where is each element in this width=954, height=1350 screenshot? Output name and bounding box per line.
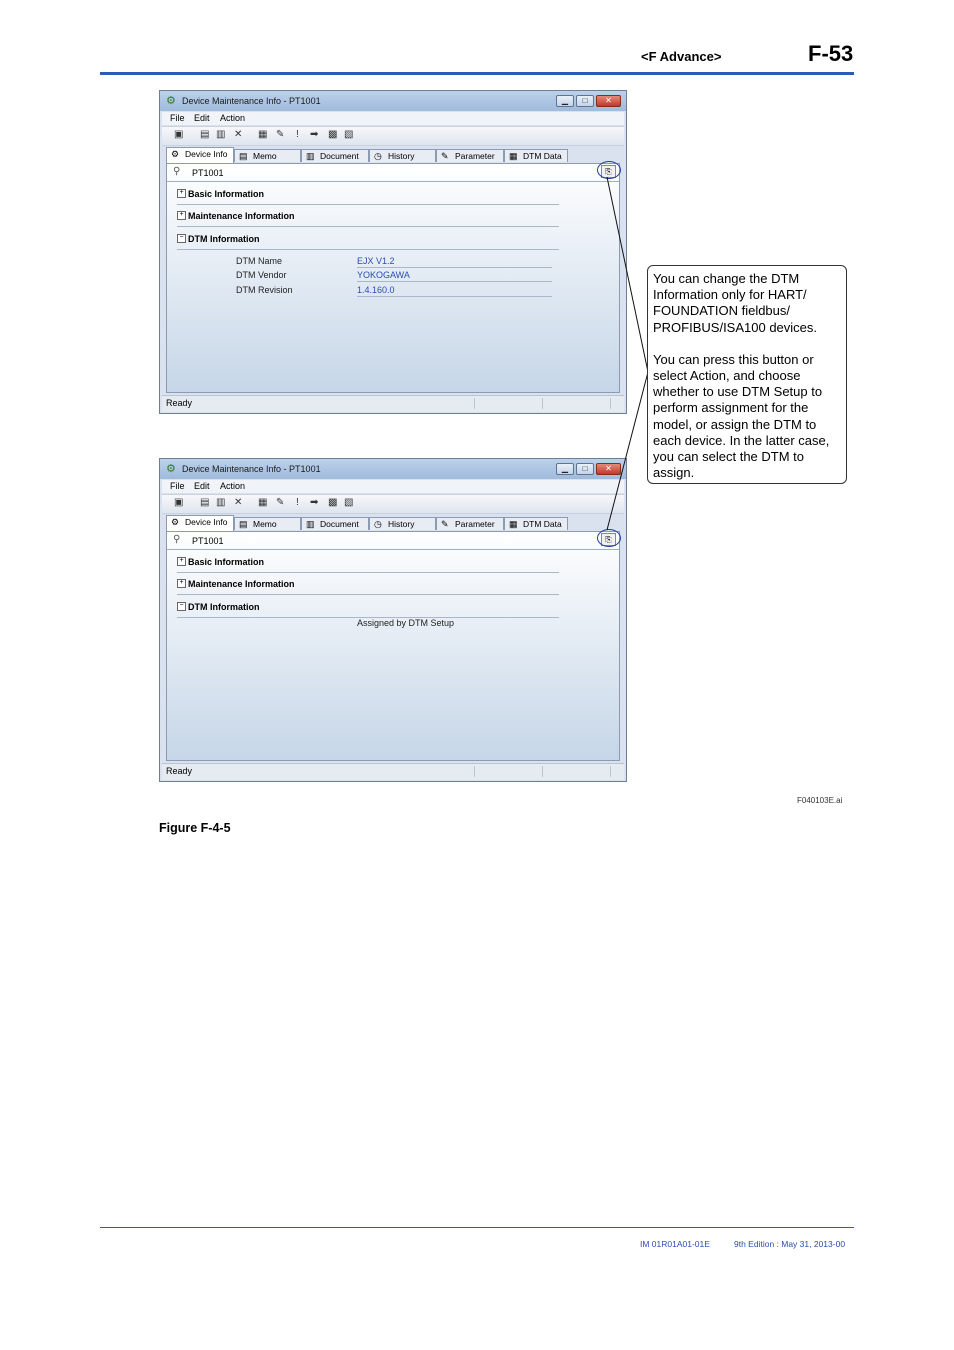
callout-paragraph-1: You can change the DTM Information only … bbox=[653, 271, 818, 335]
leader-line-top bbox=[606, 176, 649, 373]
callout-box: You can change the DTM Information only … bbox=[647, 265, 847, 484]
footer-document-id: IM 01R01A01-01E bbox=[640, 1239, 710, 1249]
leader-line-bottom bbox=[606, 371, 649, 531]
footer-rule bbox=[100, 1227, 854, 1228]
callout-paragraph-2: You can press this button or select Acti… bbox=[653, 351, 830, 481]
figure-caption: Figure F-4-5 bbox=[159, 821, 231, 835]
callout-leader-lines bbox=[606, 176, 649, 531]
figure-file-name: F040103E.ai bbox=[797, 796, 843, 805]
footer-edition: 9th Edition : May 31, 2013-00 bbox=[734, 1239, 846, 1249]
